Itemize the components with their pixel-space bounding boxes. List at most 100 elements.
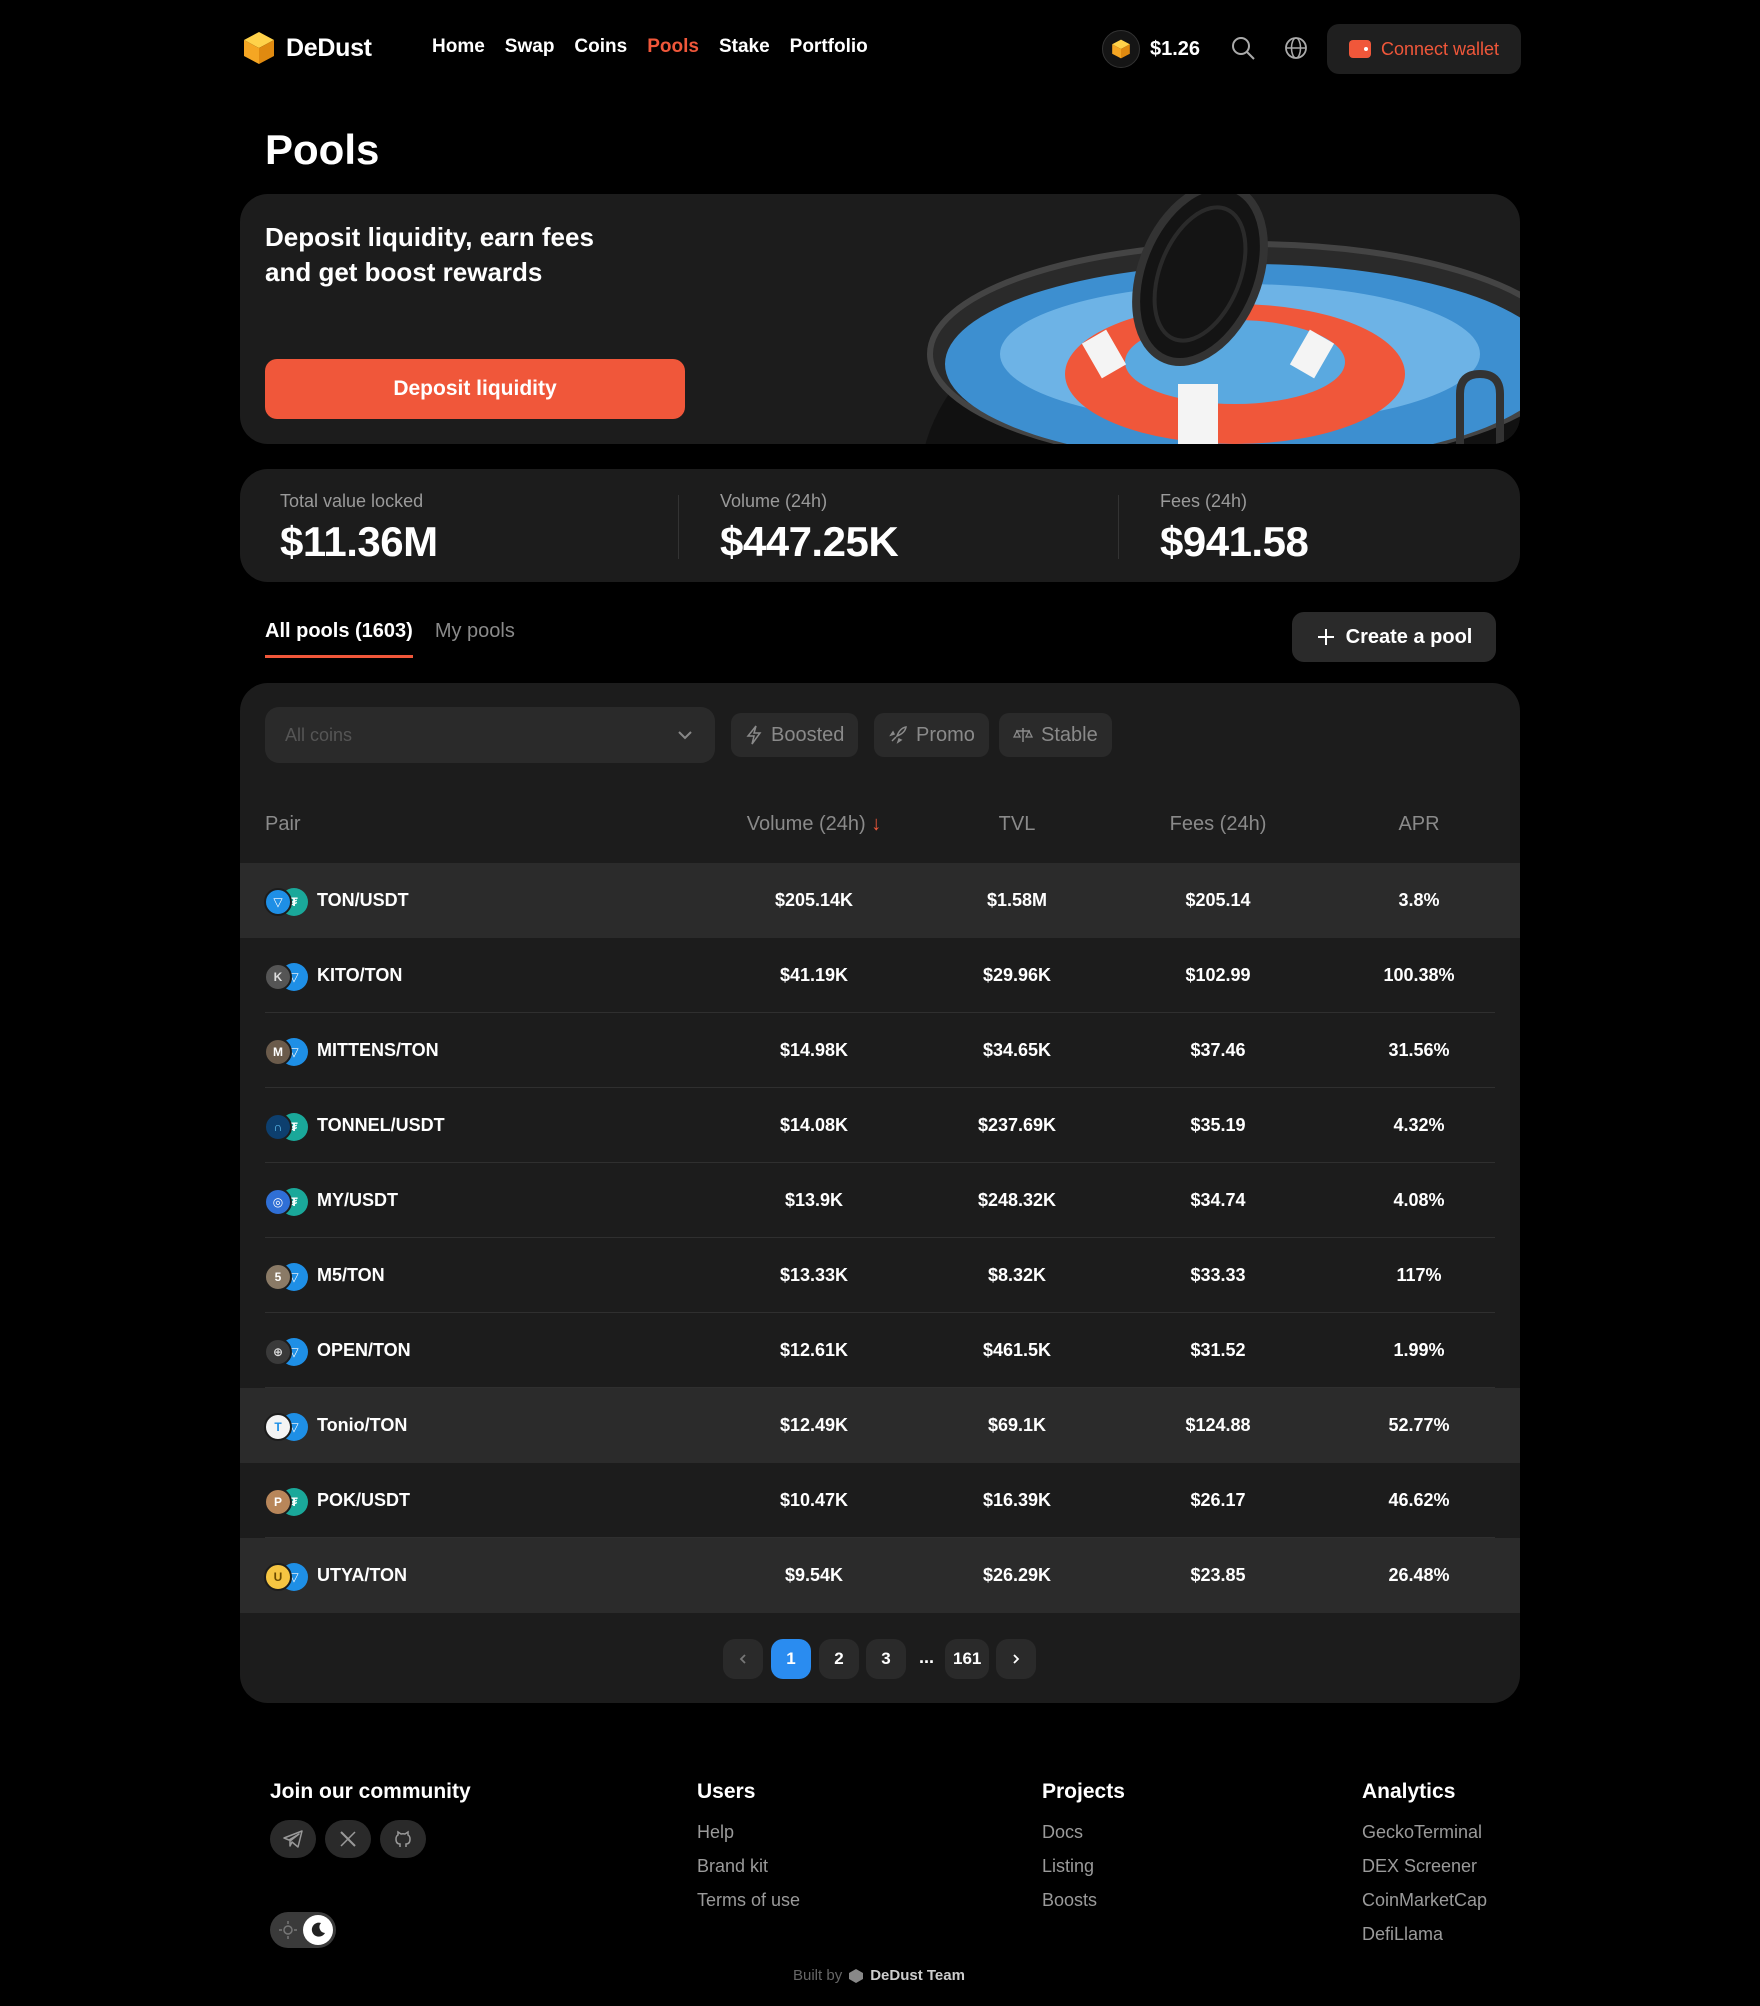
pair-name[interactable]: KITO/TON [317,965,402,986]
tvl-cell: $69.1K [987,1415,1047,1435]
pair-name[interactable]: TON/USDT [317,890,409,911]
volume-cell: $10.47K [779,1490,849,1510]
tab-my-pools[interactable]: My pools [435,620,515,658]
nav-swap[interactable]: Swap [505,36,555,58]
tab-all-pools[interactable]: All pools (1603) [265,620,413,658]
header-tvl[interactable]: TVL [999,813,1036,836]
table-row[interactable]: U ▽ UTYA/TON $9.54K $26.29K $23.85 26.48% [240,1538,1520,1613]
footer-link-boosts[interactable]: Boosts [1042,1890,1097,1911]
pair-name[interactable]: MITTENS/TON [317,1040,439,1061]
connect-wallet-button[interactable]: Connect wallet [1327,24,1521,74]
m5-icon: 5 [264,1263,292,1291]
table-row[interactable]: ▽ ₮ TON/USDT $205.14K $1.58M $205.14 3.8% [240,863,1520,938]
create-pool-button[interactable]: Create a pool [1292,612,1496,662]
token-price[interactable]: $1.26 [1102,30,1200,68]
header-volume-label: Volume (24h) [746,813,866,835]
footer-link-listing[interactable]: Listing [1042,1856,1094,1877]
ton-icon: ▽ [264,888,292,916]
tonio-icon: T [264,1413,292,1441]
header-fees[interactable]: Fees (24h) [1170,813,1267,836]
logo[interactable]: DeDust [242,30,372,66]
nav-pools[interactable]: Pools [647,36,699,58]
apr-cell: 100.38% [1383,965,1455,985]
search-icon[interactable] [1230,35,1256,61]
theme-toggle[interactable] [270,1912,336,1948]
pok-icon: P [264,1488,292,1516]
table-row[interactable]: P ₮ POK/USDT $10.47K $16.39K $26.17 46.62% [240,1463,1520,1538]
nav-home[interactable]: Home [432,36,485,58]
apr-cell: 117% [1396,1265,1442,1285]
stat-divider [1118,495,1119,559]
nav-coins[interactable]: Coins [574,36,627,58]
chevron-left-icon [739,1654,746,1664]
table-row[interactable]: ◎ ₮ MY/USDT $13.9K $248.32K $34.74 4.08% [240,1163,1520,1238]
moon-icon [303,1915,333,1945]
filter-boosted-label: Boosted [771,723,845,746]
filter-boosted[interactable]: Boosted [731,713,859,757]
nav-stake[interactable]: Stake [719,36,770,58]
github-button[interactable] [380,1820,426,1858]
pair-name[interactable]: MY/USDT [317,1190,398,1211]
fees-cell: $26.17 [1190,1490,1246,1510]
x-twitter-button[interactable] [325,1820,371,1858]
header-apr[interactable]: APR [1398,813,1439,836]
kito-icon: K [264,963,292,991]
footer-link-brand-kit[interactable]: Brand kit [697,1856,768,1877]
table-row[interactable]: 5 ▽ M5/TON $13.33K $8.32K $33.33 117% [240,1238,1520,1313]
table-row[interactable]: T ▽ Tonio/TON $12.49K $69.1K $124.88 52.77% [240,1388,1520,1463]
prev-page-button[interactable] [723,1639,763,1679]
stat-fees-value: $941.58 [1160,518,1309,565]
table-row[interactable]: ⊕ ▽ OPEN/TON $12.61K $461.5K $31.52 1.99% [240,1313,1520,1388]
volume-cell: $13.33K [779,1265,849,1285]
page-last-button[interactable]: 161 [945,1639,990,1679]
filter-promo-label: Promo [916,723,975,746]
pair-name[interactable]: POK/USDT [317,1490,410,1511]
table-row[interactable]: M ▽ MITTENS/TON $14.98K $34.65K $37.46 31.56% [240,1013,1520,1088]
page-3-button[interactable]: 3 [866,1639,906,1679]
globe-icon[interactable] [1283,35,1309,61]
stat-volume-label: Volume (24h) [720,491,828,511]
footer-link-geckoterminal[interactable]: GeckoTerminal [1362,1822,1482,1843]
fees-cell: $34.74 [1190,1190,1246,1210]
footer-link-dexscreener[interactable]: DEX Screener [1362,1856,1477,1877]
footer-link-coinmarketcap[interactable]: CoinMarketCap [1362,1890,1487,1911]
footer-link-docs[interactable]: Docs [1042,1822,1083,1843]
pair-name[interactable]: TONNEL/USDT [317,1115,445,1136]
telegram-button[interactable] [270,1820,316,1858]
sort-desc-icon: ↓ [871,813,882,835]
footer-link-terms[interactable]: Terms of use [697,1890,800,1911]
stat-divider [678,495,679,559]
footer-link-defillama[interactable]: DefiLlama [1362,1924,1443,1945]
filter-stable[interactable]: Stable [999,713,1112,757]
built-by-team[interactable]: DeDust Team [870,1967,965,1984]
table-row[interactable]: K ▽ KITO/TON $41.19K $29.96K $102.99 100.38% [240,938,1520,1013]
logo-text: DeDust [286,33,372,62]
pair-name[interactable]: Tonio/TON [317,1415,407,1436]
pair-name[interactable]: OPEN/TON [317,1340,411,1361]
next-page-button[interactable] [996,1639,1036,1679]
footer-link-help[interactable]: Help [697,1822,734,1843]
hero-headline: Deposit liquidity, earn fees and get boo… [265,220,625,290]
table-row[interactable]: ∩ ₮ TONNEL/USDT $14.08K $237.69K $35.19 4.32% [240,1088,1520,1163]
pair-icons: ∩ ₮ [264,1113,308,1141]
pair-name[interactable]: UTYA/TON [317,1565,407,1586]
pagination-ellipsis: ... [919,1647,935,1667]
nav-portfolio[interactable]: Portfolio [790,36,868,58]
header-volume[interactable]: Volume (24h) ↓ [747,813,882,836]
page-2-button[interactable]: 2 [819,1639,859,1679]
fees-cell: $124.88 [1185,1415,1251,1435]
sun-icon [279,1921,297,1939]
tvl-cell: $29.96K [982,965,1052,985]
open-icon: ⊕ [264,1338,292,1366]
tvl-cell: $1.58M [986,890,1048,910]
built-by-label: Built by [793,1967,843,1984]
volume-cell: $14.98K [779,1040,849,1060]
filter-promo[interactable]: Promo [874,713,989,757]
coin-filter-select[interactable]: All coins [265,707,715,763]
pair-name[interactable]: M5/TON [317,1265,385,1286]
volume-cell: $9.54K [784,1565,844,1585]
page-1-button[interactable]: 1 [771,1639,811,1679]
deposit-liquidity-button[interactable]: Deposit liquidity [265,359,685,419]
page-title: Pools [265,126,380,173]
top-navbar: DeDust Home Swap Coins Pools Stake Portf… [240,24,1521,74]
